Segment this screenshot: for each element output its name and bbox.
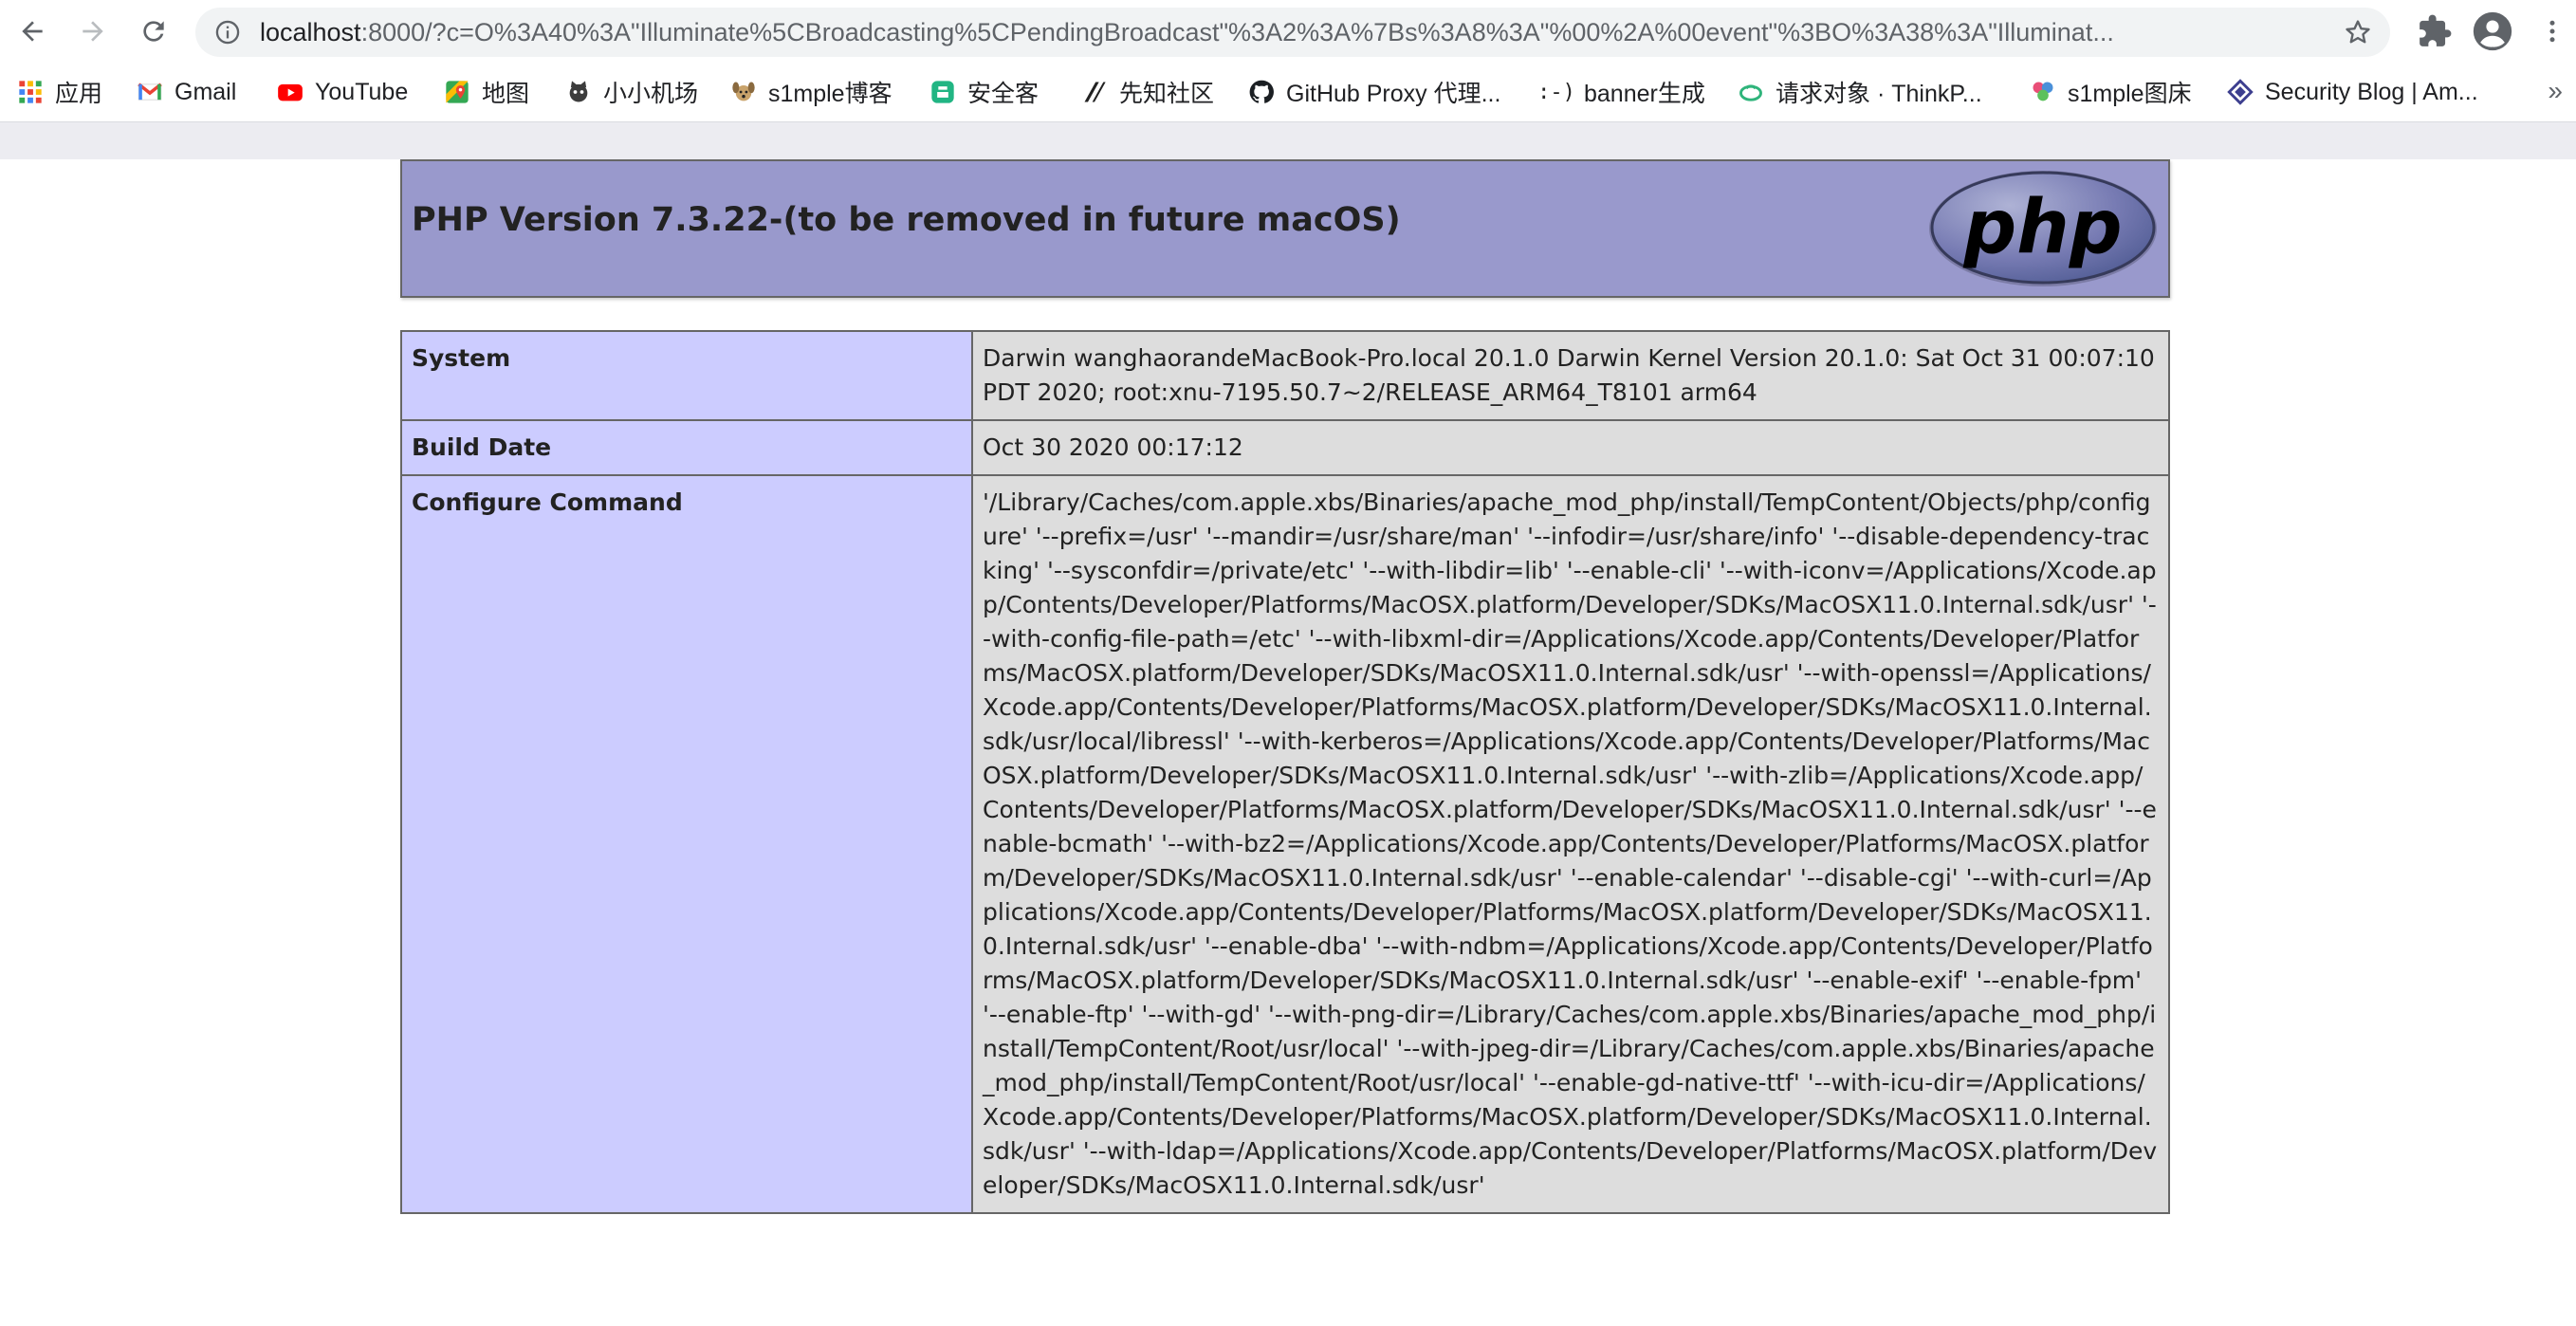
bookmark-label: 先知社区: [1119, 81, 1215, 107]
bookmark-security-blog[interactable]: Security Blog | Am...: [2227, 63, 2478, 121]
bookmark-label: Gmail: [175, 78, 237, 105]
youtube-icon: [277, 79, 304, 105]
bookmark-star-icon[interactable]: [2343, 17, 2373, 47]
url-host: localhost: [260, 18, 361, 46]
anquanke-icon: [929, 79, 956, 105]
bookmark-label: 安全客: [967, 81, 1040, 107]
bookmark-xianzhi[interactable]: 先知社区: [1081, 63, 1214, 121]
profile-avatar-icon[interactable]: [2472, 10, 2513, 52]
gmail-icon: [137, 79, 163, 105]
cat-icon: [565, 79, 592, 105]
table-row: System Darwin wanghaorandeMacBook-Pro.lo…: [400, 330, 2170, 421]
back-arrow-icon: [22, 21, 43, 42]
url-text[interactable]: localhost:8000/?c=O%3A40%3A"Illuminate%5…: [260, 8, 2299, 57]
bookmark-label: banner生成: [1584, 81, 1705, 107]
php-info-table: System Darwin wanghaorandeMacBook-Pro.lo…: [400, 330, 2170, 1214]
thinkphp-icon: [1738, 79, 1764, 105]
php-version-title: PHP Version 7.3.22-(to be removed in fut…: [412, 201, 1401, 239]
php-logo-text: php: [1962, 185, 2122, 270]
site-info-icon[interactable]: [214, 19, 241, 46]
page-top-strip: [0, 121, 2576, 160]
table-row: Build Date Oct 30 2020 00:17:12: [400, 419, 2170, 476]
table-row: Configure Command '/Library/Caches/com.a…: [400, 474, 2170, 1214]
bookmark-banner-gen[interactable]: :-) banner生成: [1537, 63, 1705, 121]
reload-icon: [143, 21, 164, 42]
bookmark-thinkphp-request[interactable]: 请求对象 · ThinkP...: [1738, 63, 1982, 121]
extensions-puzzle-icon[interactable]: [2417, 13, 2453, 49]
xianzhi-icon: [1081, 79, 1108, 105]
menu-kebab-icon[interactable]: [2538, 13, 2567, 49]
bookmark-apps[interactable]: 应用: [17, 63, 102, 121]
bookmarks-bar: 应用 Gmail YouTube 地图 小小机场 s1mple博客 安全客 先知…: [0, 63, 2576, 121]
bookmark-label: 应用: [55, 81, 103, 107]
bookmarks-overflow-chevron-icon[interactable]: »: [2548, 76, 2563, 106]
row-value-configure-command: '/Library/Caches/com.apple.xbs/Binaries/…: [971, 474, 2170, 1214]
row-value-system: Darwin wanghaorandeMacBook-Pro.local 20.…: [971, 330, 2170, 421]
bookmark-maps[interactable]: 地图: [444, 63, 529, 121]
bookmark-xiaoxiao-airport[interactable]: 小小机场: [565, 63, 698, 121]
apps-grid-icon: [17, 79, 44, 105]
forward-arrow-icon: [83, 21, 103, 42]
github-icon: [1248, 79, 1275, 105]
row-key-build-date: Build Date: [400, 419, 973, 476]
bookmark-anquanke[interactable]: 安全客: [929, 63, 1039, 121]
bookmark-label: 小小机场: [603, 81, 699, 107]
dog-icon: [730, 79, 757, 105]
bookmark-github-proxy[interactable]: GitHub Proxy 代理...: [1248, 63, 1500, 121]
bookmark-s1mple-imagebed[interactable]: s1mple图床: [2030, 63, 2192, 121]
bookmark-youtube[interactable]: YouTube: [277, 63, 408, 121]
bookmark-label: s1mple图床: [2068, 81, 2192, 107]
forward-button[interactable]: [74, 12, 112, 50]
maps-icon: [444, 79, 470, 105]
reload-button[interactable]: [135, 12, 173, 50]
row-value-build-date: Oct 30 2020 00:17:12: [971, 419, 2170, 476]
bookmark-label: s1mple博客: [768, 81, 892, 107]
bookmark-s1mple-blog[interactable]: s1mple博客: [730, 63, 892, 121]
bookmark-label: 请求对象 · ThinkP...: [1776, 81, 1982, 107]
smiley-text-icon: :-): [1537, 80, 1575, 104]
address-bar[interactable]: localhost:8000/?c=O%3A40%3A"Illuminate%5…: [195, 8, 2390, 57]
php-logo[interactable]: php: [1927, 169, 2159, 288]
browser-toolbar: localhost:8000/?c=O%3A40%3A"Illuminate%5…: [0, 0, 2576, 63]
php-version-header: PHP Version 7.3.22-(to be removed in fut…: [400, 159, 2170, 298]
row-key-configure-command: Configure Command: [400, 474, 973, 1214]
bookmark-label: YouTube: [315, 78, 409, 105]
diamond-icon: [2227, 79, 2254, 105]
phpinfo-page: PHP Version 7.3.22-(to be removed in fut…: [0, 159, 2576, 1326]
bookmark-label: Security Blog | Am...: [2265, 78, 2478, 105]
url-path: :8000/?c=O%3A40%3A"Illuminate%5CBroadcas…: [360, 18, 2114, 46]
back-button[interactable]: [13, 12, 51, 50]
bookmark-gmail[interactable]: Gmail: [137, 63, 236, 121]
row-key-system: System: [400, 330, 973, 421]
bookmark-label: 地图: [482, 81, 530, 107]
flower-icon: [2030, 79, 2056, 105]
bookmark-label: GitHub Proxy 代理...: [1286, 81, 1501, 107]
